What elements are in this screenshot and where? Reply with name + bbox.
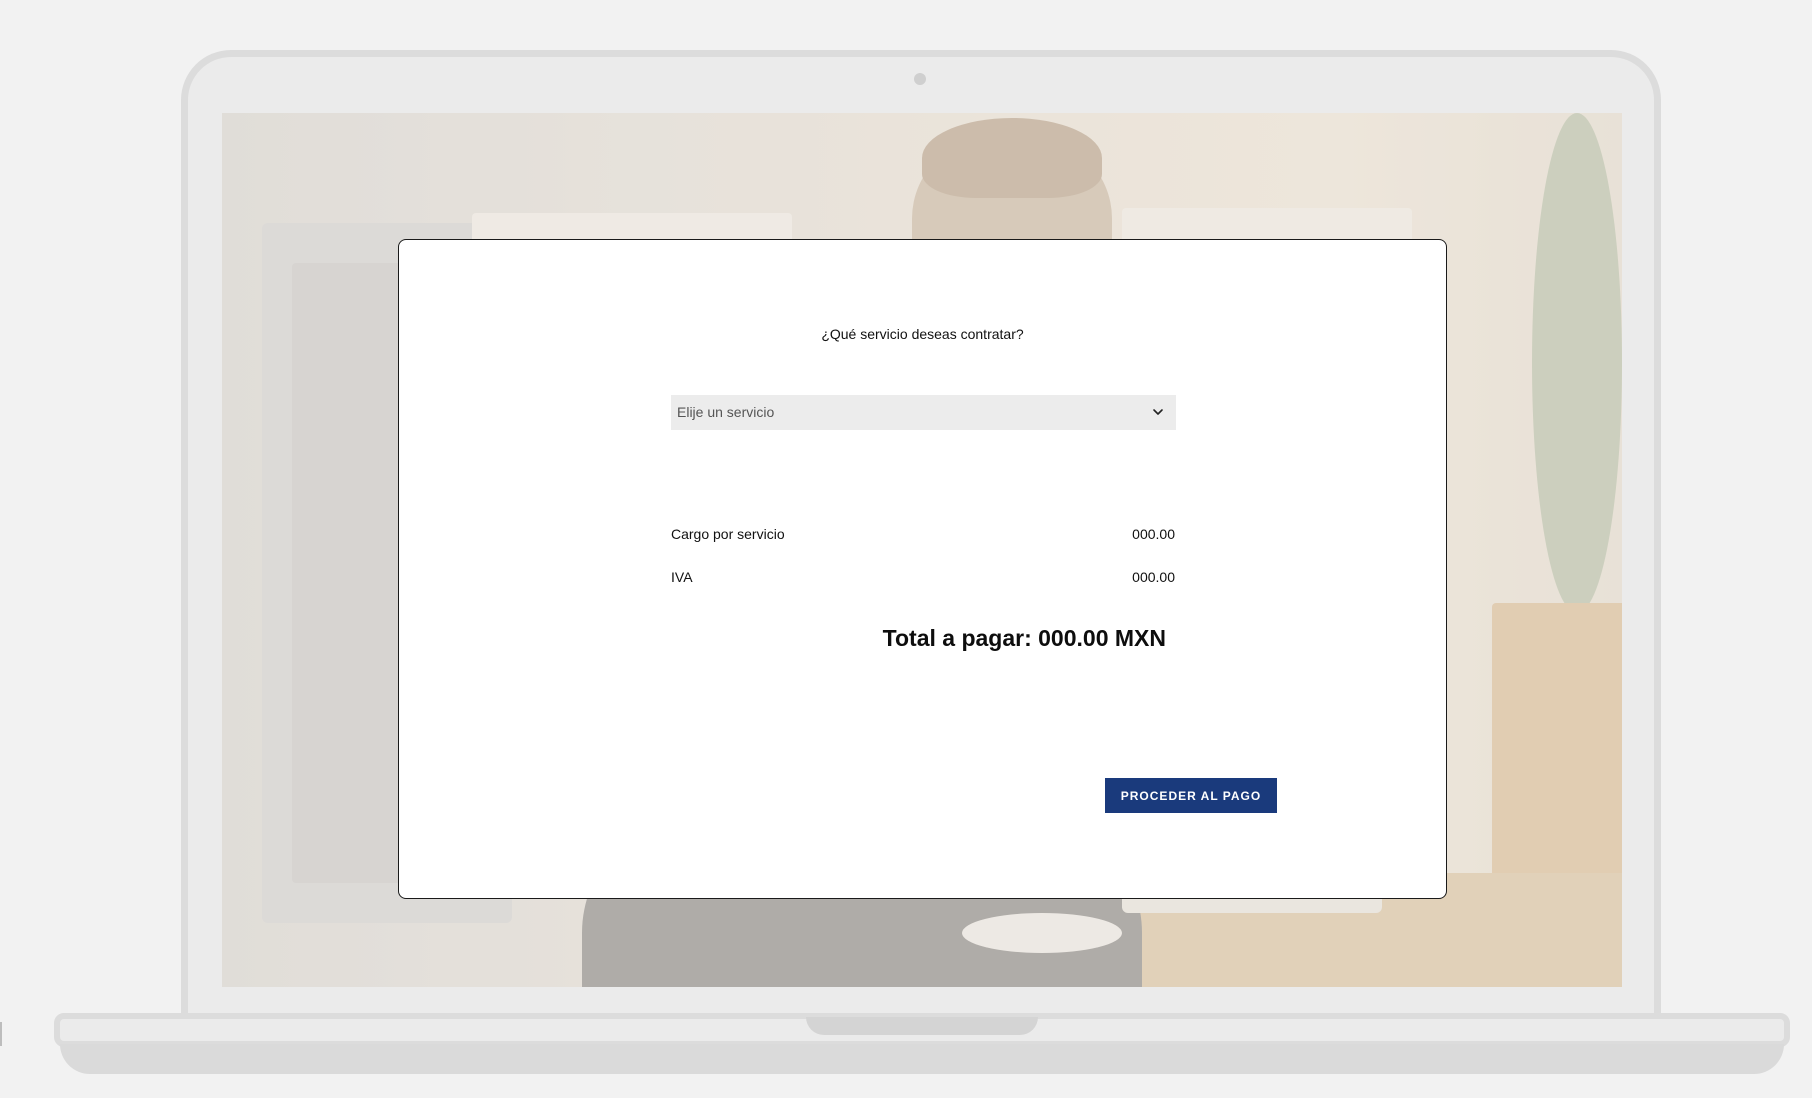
camera-icon (914, 73, 926, 85)
total-amount: Total a pagar: 000.00 MXN (882, 625, 1166, 651)
tax-label: IVA (671, 569, 693, 585)
service-charge-value: 000.00 (1132, 526, 1175, 542)
laptop-notch (806, 1017, 1038, 1035)
edge-mark (0, 1022, 2, 1046)
service-charge-label: Cargo por servicio (671, 526, 785, 542)
service-payment-dialog: ¿Qué servicio deseas contratar? Elije un… (398, 239, 1447, 899)
service-select[interactable]: Elije un servicio (671, 395, 1176, 430)
service-select-value: Elije un servicio (677, 404, 775, 420)
proceed-to-payment-button[interactable]: PROCEDER AL PAGO (1105, 778, 1277, 813)
tax-value: 000.00 (1132, 569, 1175, 585)
service-question: ¿Qué servicio deseas contratar? (821, 326, 1024, 342)
laptop-base-bottom (60, 1044, 1784, 1074)
page: ¿Qué servicio deseas contratar? Elije un… (0, 0, 1812, 1098)
chevron-down-icon (1153, 409, 1163, 415)
